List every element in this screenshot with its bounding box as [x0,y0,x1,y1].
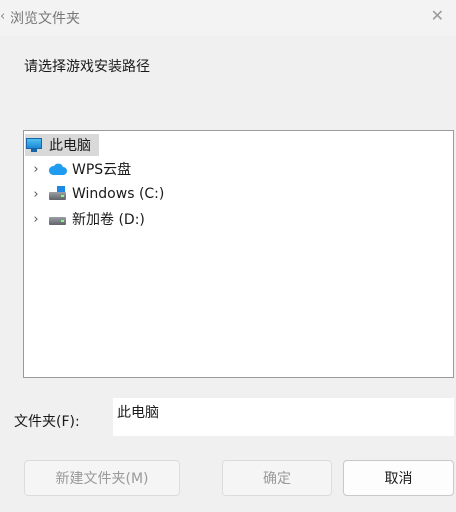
chevron-right-icon[interactable]: › [24,162,48,177]
title-bar: ‹ 浏览文件夹 ✕ [0,0,456,36]
close-button[interactable]: ✕ [431,6,444,25]
folder-field[interactable] [113,398,454,436]
window-title: 浏览文件夹 [10,11,80,27]
cloud-icon [48,161,68,177]
new-folder-button[interactable]: 新建文件夹(M) [24,460,180,496]
chevron-right-icon[interactable]: › [24,187,48,202]
back-chevron-icon: ‹ [0,9,6,24]
folder-label: 文件夹(F): [14,414,80,430]
tree-item-this-pc[interactable]: 此电脑 [25,134,99,156]
drive-icon [48,211,68,227]
tree-item-windows-c[interactable]: › Windows (C:) [24,183,164,205]
tree-item-wps-cloud[interactable]: › WPS云盘 [24,158,131,180]
tree-item-new-volume-d[interactable]: › 新加卷 (D:) [24,208,145,230]
tree-item-label: 新加卷 (D:) [72,212,145,228]
folder-tree[interactable]: 此电脑 › WPS云盘 › Windows (C:) › 新加卷 (D:) [23,130,454,378]
dialog-prompt: 请选择游戏安装路径 [24,59,150,75]
system-drive-icon [48,186,68,202]
tree-item-label: Windows (C:) [72,186,165,202]
chevron-right-icon[interactable]: › [24,212,48,227]
tree-item-label: WPS云盘 [72,162,132,178]
ok-button[interactable]: 确定 [222,460,332,496]
cancel-button[interactable]: 取消 [343,460,454,496]
tree-item-label: 此电脑 [49,138,91,154]
computer-icon [25,137,45,153]
